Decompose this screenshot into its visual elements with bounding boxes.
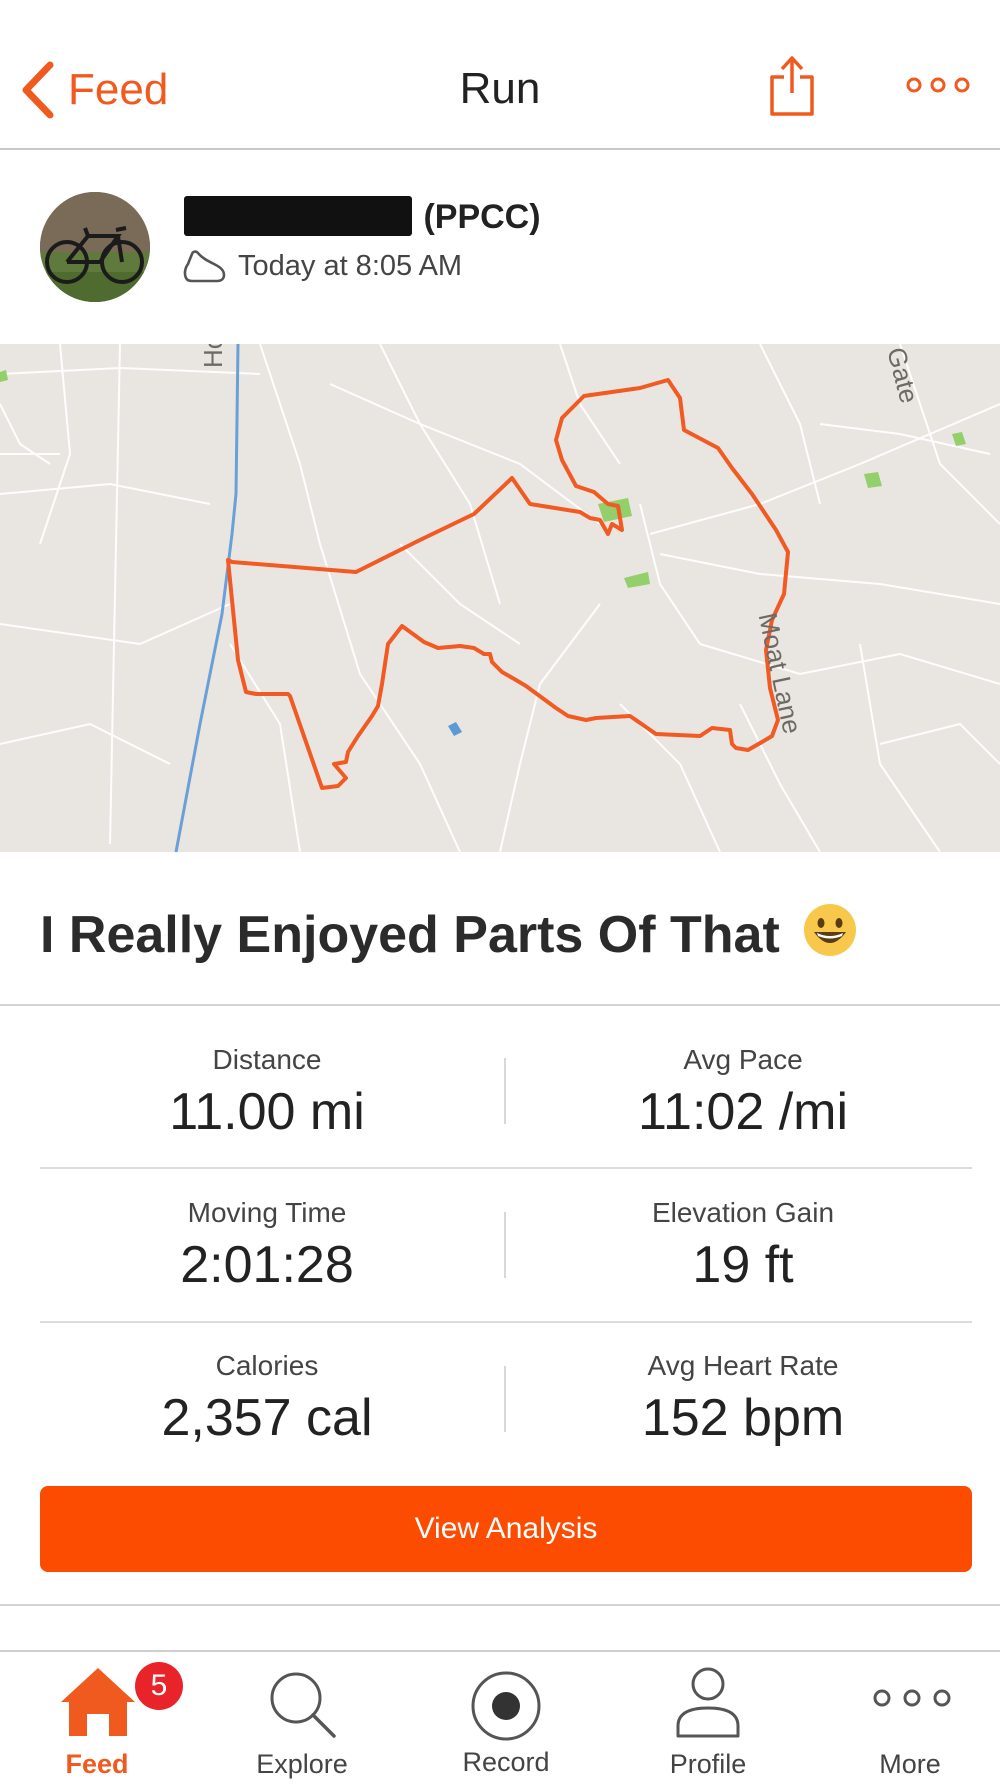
- tab-label: Explore: [256, 1749, 348, 1779]
- tab-bar: 5 Feed Explore Record Profile More: [0, 1650, 1000, 1784]
- avatar[interactable]: [40, 192, 150, 302]
- tab-label: Record: [462, 1747, 550, 1777]
- home-icon: [61, 1668, 135, 1736]
- redacted-name: [184, 196, 412, 236]
- bicycle-photo: [40, 192, 150, 302]
- road-label-hob: Hob: [198, 344, 228, 368]
- record-icon: [471, 1671, 541, 1741]
- more-horizontal-icon[interactable]: [905, 72, 971, 98]
- divider: [0, 1604, 1000, 1606]
- search-icon: [270, 1672, 336, 1738]
- tab-record[interactable]: Record: [416, 1652, 596, 1784]
- stat-label: Moving Time: [187, 1197, 347, 1228]
- profile-icon: [676, 1667, 740, 1738]
- activity-title-text: I Really Enjoyed Parts Of That: [40, 906, 780, 964]
- stat-avg-pace: Avg Pace 11:02 /mi: [543, 1044, 943, 1142]
- page-title: Run: [459, 64, 541, 113]
- activity-meta: Today at 8:05 AM: [182, 248, 462, 284]
- activity-title: I Really Enjoyed Parts Of That: [40, 902, 858, 965]
- notification-badge: 5: [135, 1662, 183, 1710]
- stat-distance: Distance 11.00 mi: [67, 1044, 467, 1142]
- stat-label: Distance: [212, 1044, 322, 1075]
- stat-value: 2:01:28: [180, 1236, 354, 1294]
- tab-feed[interactable]: 5 Feed: [7, 1652, 187, 1784]
- athlete-name[interactable]: (PPCC): [184, 196, 541, 237]
- divider: [40, 1321, 972, 1323]
- stat-separator: [504, 1212, 506, 1278]
- stat-calories: Calories 2,357 cal: [67, 1350, 467, 1448]
- tab-more[interactable]: More: [820, 1652, 1000, 1784]
- shoe-icon: [183, 250, 226, 283]
- tab-label: Profile: [669, 1749, 747, 1779]
- stat-elevation-gain: Elevation Gain 19 ft: [543, 1197, 943, 1295]
- stat-label: Calories: [215, 1350, 319, 1381]
- stat-separator: [504, 1058, 506, 1124]
- grinning-face-emoji: [804, 904, 857, 956]
- stat-value: 19 ft: [692, 1236, 794, 1294]
- tab-profile[interactable]: Profile: [618, 1652, 798, 1784]
- stat-value: 11:02 /mi: [637, 1083, 849, 1141]
- view-analysis-button[interactable]: View Analysis: [40, 1486, 972, 1572]
- nav-header: Feed Run: [0, 0, 1000, 150]
- stat-label: Avg Heart Rate: [647, 1350, 839, 1381]
- tab-label: More: [879, 1749, 941, 1779]
- divider: [0, 1004, 1000, 1006]
- activity-timestamp: Today at 8:05 AM: [238, 249, 463, 282]
- map-canvas: [0, 344, 1000, 852]
- stat-avg-heart-rate: Avg Heart Rate 152 bpm: [543, 1350, 943, 1448]
- stat-moving-time: Moving Time 2:01:28: [67, 1197, 467, 1295]
- athlete-club: (PPCC): [423, 198, 541, 236]
- stat-label: Avg Pace: [683, 1044, 803, 1075]
- stat-separator: [504, 1366, 506, 1432]
- more-horizontal-icon: [873, 1689, 951, 1707]
- route-map[interactable]: Hob Moat Lane Gate: [0, 344, 1000, 852]
- stat-value: 11.00 mi: [169, 1083, 365, 1141]
- divider: [40, 1167, 972, 1169]
- stat-value: 152 bpm: [641, 1389, 845, 1447]
- tab-explore[interactable]: Explore: [212, 1652, 392, 1784]
- tab-label: Feed: [65, 1749, 129, 1779]
- stat-label: Elevation Gain: [651, 1197, 835, 1228]
- stat-value: 2,357 cal: [161, 1389, 373, 1447]
- share-icon[interactable]: [768, 55, 816, 117]
